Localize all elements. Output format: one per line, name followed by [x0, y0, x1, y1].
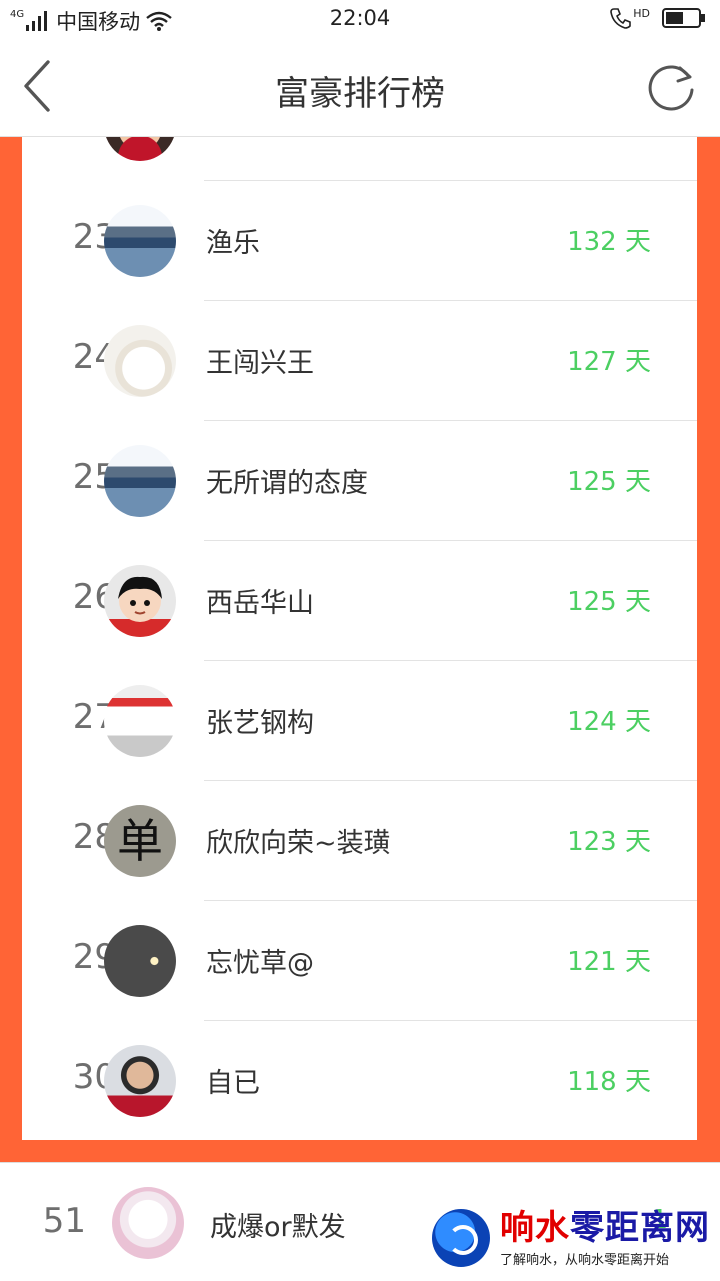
status-right: HD [610, 7, 706, 29]
avatar [112, 1187, 184, 1259]
avatar [104, 565, 176, 637]
list-item[interactable]: 24 王闯兴王 127 天 [22, 301, 697, 421]
avatar [104, 445, 176, 517]
rank-number: 26 [72, 577, 116, 617]
watermark-logo-icon [432, 1209, 490, 1267]
user-name: 王闯兴王 [206, 348, 314, 379]
days-value: 123 天 [567, 827, 651, 857]
rank-number: 25 [72, 457, 116, 497]
refresh-icon[interactable] [644, 60, 698, 114]
days-value: 118 天 [567, 1067, 651, 1097]
user-name: 成爆or默发 [210, 1212, 346, 1243]
avatar [104, 325, 176, 397]
days-value: 124 天 [567, 707, 651, 737]
days-value: 125 天 [567, 467, 651, 497]
list-item[interactable]: 26 西岳华山 125 天 [22, 541, 697, 661]
rank-number: 29 [72, 937, 116, 977]
days-value: 132 天 [567, 227, 651, 257]
nav-bar: 富豪排行榜 [0, 38, 720, 137]
site-watermark: 响水零距离网 了解响水，从响水零距离开始 [432, 1203, 714, 1273]
user-name: 渔乐 [206, 228, 260, 259]
avatar [104, 925, 176, 997]
list-item[interactable]: 28 单 欣欣向荣~装璜 123 天 [22, 781, 697, 901]
days-value: 121 天 [567, 947, 651, 977]
list-item[interactable]: 30 自已 118 天 [22, 1021, 697, 1140]
list-item[interactable]: 23 渔乐 132 天 [22, 181, 697, 301]
list-item[interactable]: 29 忘忧草@ 121 天 [22, 901, 697, 1021]
watermark-text: 响水零距离网 了解响水，从响水零距离开始 [500, 1209, 710, 1268]
rank-number: 27 [72, 697, 116, 737]
avatar: 单 [104, 805, 176, 877]
user-name: 无所谓的态度 [206, 468, 368, 499]
rank-number: 24 [72, 337, 116, 377]
rank-number: 28 [72, 817, 116, 857]
status-bar: 4G 中国移动 22:04 HD [0, 0, 720, 38]
user-name: 欣欣向荣~装璜 [206, 828, 391, 859]
watermark-title: 响水零距离网 [500, 1209, 710, 1247]
user-name: 自已 [206, 1068, 260, 1099]
rank-number: 51 [42, 1201, 86, 1241]
cartoon-face-icon [104, 576, 176, 637]
rank-number: 30 [72, 1057, 116, 1097]
user-name: 忘忧草@ [206, 948, 314, 979]
page-title: 富豪排行榜 [275, 74, 445, 114]
watermark-slogan: 了解响水，从响水零距离开始 [500, 1252, 670, 1268]
days-value: 127 天 [567, 347, 651, 377]
watermark-title-part2: 零距离网 [570, 1207, 710, 1248]
user-name: 张艺钢构 [206, 708, 314, 739]
list-item[interactable]: 25 无所谓的态度 125 天 [22, 421, 697, 541]
user-name: 西岳华山 [206, 588, 314, 619]
list-item[interactable]: 27 张艺钢构 124 天 [22, 661, 697, 781]
avatar-partial [104, 137, 176, 161]
rank-number: 23 [72, 217, 116, 257]
avatar [104, 205, 176, 277]
call-hd-icon: HD [610, 7, 650, 29]
hd-label: HD [633, 7, 650, 20]
ranking-list[interactable]: 23 渔乐 132 天 24 王闯兴王 127 天 25 无所谓的态度 125 … [22, 137, 697, 1140]
avatar [104, 685, 176, 757]
avatar [104, 1045, 176, 1117]
days-value: 125 天 [567, 587, 651, 617]
watermark-title-part1: 响水 [500, 1207, 570, 1248]
battery-icon [662, 8, 705, 28]
